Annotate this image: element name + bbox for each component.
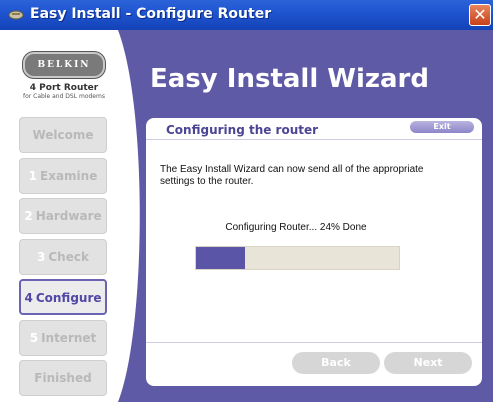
step-label: Configure — [35, 291, 102, 305]
content-card: Configuring the router Exit The Easy Ins… — [146, 118, 482, 386]
description-text: The Easy Install Wizard can now send all… — [160, 164, 424, 187]
product-name: 4 Port Router — [29, 83, 99, 93]
brand-block: BELKIN 4 Port Router for Cable and DSL m… — [18, 52, 110, 100]
step-check[interactable]: 3 Check — [19, 239, 107, 275]
close-icon: ✕ — [473, 5, 487, 24]
step-label: Welcome — [32, 128, 94, 142]
belkin-logo: BELKIN — [23, 52, 105, 78]
step-configure[interactable]: 4 Configure — [19, 279, 107, 315]
step-number: 1 — [28, 169, 37, 183]
exit-button[interactable]: Exit — [410, 121, 474, 133]
progress-bar — [195, 246, 400, 270]
window-title: Easy Install - Configure Router — [30, 6, 272, 22]
progress-fill — [196, 247, 245, 269]
router-app-icon — [8, 10, 24, 20]
progress-status: Configuring Router... 24% Done — [225, 222, 367, 233]
step-number: 5 — [29, 331, 39, 345]
step-label: Finished — [34, 371, 92, 385]
step-number: 3 — [37, 250, 46, 264]
step-label: Examine — [40, 169, 98, 183]
back-button[interactable]: Back — [292, 352, 380, 374]
title-bar[interactable]: Easy Install - Configure Router ✕ — [0, 0, 493, 30]
step-number: 4 — [24, 291, 33, 305]
step-number: 2 — [24, 209, 33, 223]
step-label: Check — [48, 250, 89, 264]
close-window-button[interactable]: ✕ — [469, 4, 491, 26]
step-welcome[interactable]: Welcome — [19, 117, 107, 153]
step-label: Hardware — [35, 209, 102, 223]
divider — [146, 342, 482, 343]
product-subtitle: for Cable and DSL modems — [23, 93, 105, 100]
installer-window: Easy Install - Configure Router ✕ BELKIN… — [0, 0, 493, 402]
step-examine[interactable]: 1 Examine — [19, 158, 107, 194]
divider — [146, 139, 482, 140]
wizard-title: Easy Install Wizard — [150, 64, 429, 94]
step-label: Internet — [41, 331, 97, 345]
step-internet[interactable]: 5 Internet — [19, 320, 107, 356]
next-button[interactable]: Next — [384, 352, 472, 374]
card-title: Configuring the router — [166, 123, 319, 137]
step-finished[interactable]: Finished — [19, 360, 107, 396]
step-hardware[interactable]: 2 Hardware — [19, 198, 107, 234]
